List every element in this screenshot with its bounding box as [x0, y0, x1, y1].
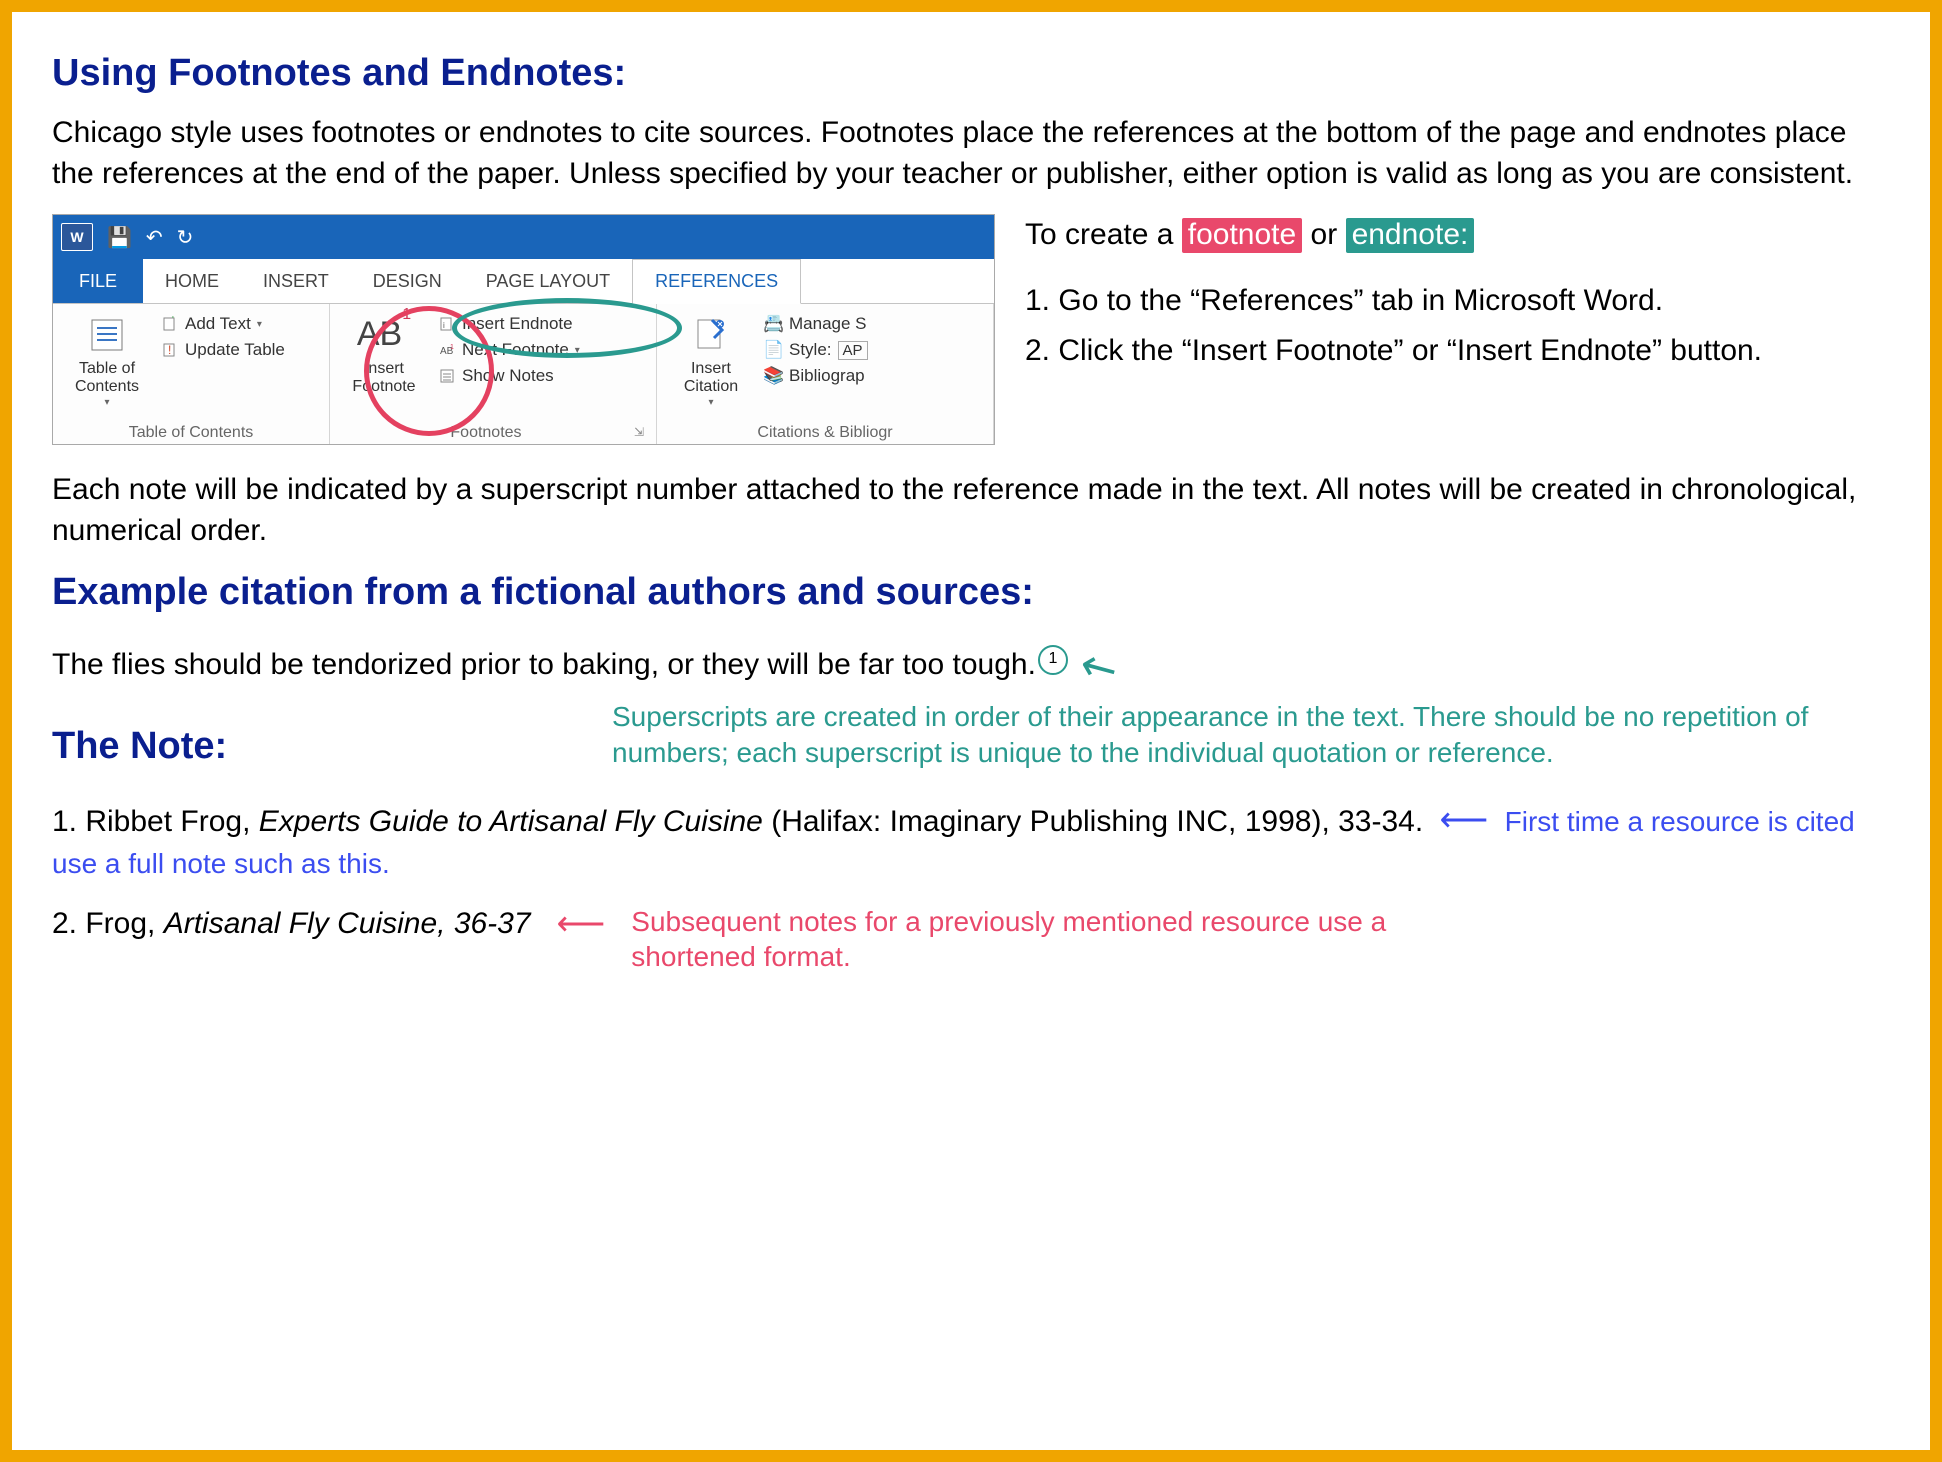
intro-paragraph: Chicago style uses footnotes or endnotes… [52, 113, 1890, 194]
note2-pre: 2. Frog, [52, 907, 164, 940]
note-section-row: The Note: Superscripts are created in or… [52, 695, 1890, 786]
instruction-step-1: 1. Go to the “References” tab in Micro­s… [1025, 280, 1890, 322]
note-1: 1. Ribbet Frog, Experts Guide to Artisan… [52, 798, 1890, 884]
heading-the-note: The Note: [52, 725, 572, 768]
add-text-icon: + [161, 315, 179, 333]
insert-citation-button[interactable]: Insert Citation ▾ [665, 310, 757, 422]
next-footnote-button[interactable]: AB1 Next Footnote ▾ [438, 340, 580, 360]
show-notes-icon [438, 367, 456, 385]
svg-text:+: + [170, 316, 176, 322]
example-text: The flies should be tendorized prior to … [52, 648, 1036, 681]
group-table-of-contents: Table of Contents ▾ + Add Text ▾ [53, 304, 330, 444]
arrow-left-blue-icon: ⟵ [1440, 801, 1489, 839]
superscript-marker: 1 [1038, 645, 1068, 675]
bibliography-icon: 📚 [765, 367, 783, 385]
group-label-toc: Table of Contents [61, 422, 321, 442]
instruction-step-2: 2. Click the “Insert Footnote” or “Inser… [1025, 330, 1890, 372]
insert-endnote-button[interactable]: i Insert Endnote [438, 314, 580, 334]
group-label-citations: Citations & Bibliogr [665, 422, 985, 442]
dialog-launcher-icon[interactable]: ⇲ [634, 425, 648, 439]
note-2-row: 2. Frog, Artisanal Fly Cuisine, 36-37 ⟵ … [52, 904, 1890, 974]
show-notes-button[interactable]: Show Notes [438, 366, 580, 386]
bibliography-button[interactable]: 📚 Bibliograp [765, 366, 868, 386]
manage-sources-icon: 📇 [765, 315, 783, 333]
add-text-button[interactable]: + Add Text ▾ [161, 314, 285, 334]
subsequent-citation-annotation: Subsequent notes for a previously mentio… [631, 904, 1391, 974]
example-sentence: The flies should be tendorized prior to … [52, 634, 1890, 685]
group-citations: Insert Citation ▾ 📇 Manage S � [657, 304, 994, 444]
svg-text:i: i [443, 321, 445, 330]
undo-icon[interactable]: ↶ [146, 225, 163, 250]
instr-mid: or [1302, 218, 1345, 251]
next-footnote-icon: AB1 [438, 341, 456, 359]
svg-text:!: ! [168, 343, 171, 357]
pill-endnote: endnote: [1346, 218, 1475, 253]
group-footnotes: AB1 Insert Footnote i Inse [330, 304, 657, 444]
ribbon-and-instructions-row: W 💾 ↶ ↻ FILE HOME INSERT DESIGN PAGE LAY… [52, 214, 1890, 445]
tab-home[interactable]: HOME [143, 259, 241, 303]
group-label-footnotes: Footnotes [338, 422, 634, 442]
toc-label: Table of Contents [61, 360, 153, 397]
manage-sources-button[interactable]: 📇 Manage S [765, 314, 868, 334]
style-icon: 📄 [765, 341, 783, 359]
arrow-left-pink-icon: ⟵ [557, 904, 606, 944]
tab-page-layout[interactable]: PAGE LAYOUT [464, 259, 632, 303]
instructions-panel: To create a footnote or endnote: 1. Go t… [1025, 214, 1890, 372]
quick-access-toolbar: W 💾 ↶ ↻ [53, 215, 994, 259]
insert-footnote-button[interactable]: AB1 Insert Footnote [338, 310, 430, 422]
heading-example: Example citation from a fictional author… [52, 571, 1890, 614]
heading-using: Using Footnotes and Endnotes: [52, 52, 1890, 95]
word-app-icon: W [61, 223, 93, 251]
tab-design[interactable]: DESIGN [351, 259, 464, 303]
update-table-icon: ! [161, 341, 179, 359]
insert-citation-icon [690, 314, 732, 356]
ribbon-groups: Table of Contents ▾ + Add Text ▾ [53, 304, 994, 444]
pill-footnote: footnote [1182, 218, 1302, 253]
note1-title: Experts Guide to Artisanal Fly Cuisine [259, 805, 763, 838]
redo-icon[interactable]: ↻ [177, 225, 194, 250]
style-dropdown[interactable]: 📄 Style: AP [765, 340, 868, 360]
toc-icon [86, 314, 128, 356]
table-of-contents-button[interactable]: Table of Contents ▾ [61, 310, 153, 422]
instr-lead: To create a [1025, 218, 1182, 251]
note-2: 2. Frog, Artisanal Fly Cuisine, 36-37 [52, 904, 531, 945]
note1-pre: 1. Ribbet Frog, [52, 805, 259, 838]
tab-file[interactable]: FILE [53, 259, 143, 303]
tab-insert[interactable]: INSERT [241, 259, 351, 303]
ribbon-tabs: FILE HOME INSERT DESIGN PAGE LAYOUT REFE… [53, 259, 994, 304]
word-ribbon-screenshot: W 💾 ↶ ↻ FILE HOME INSERT DESIGN PAGE LAY… [52, 214, 995, 445]
document-page: Using Footnotes and Endnotes: Chicago st… [0, 0, 1942, 1462]
superscript-explanation: Superscripts are created in order of the… [612, 695, 1890, 772]
update-table-button[interactable]: ! Update Table [161, 340, 285, 360]
tab-references[interactable]: REFERENCES [632, 259, 801, 304]
insert-footnote-icon: AB1 [363, 314, 405, 356]
arrow-to-superscript-icon: ↖ [1070, 636, 1127, 699]
note1-post: (Halifax: Imaginary Publishing INC, 1998… [763, 805, 1423, 838]
note2-title: Artisanal Fly Cuisine, 36-37 [164, 907, 531, 940]
after-ribbon-paragraph: Each note will be indicated by a supersc… [52, 470, 1890, 551]
insert-endnote-icon: i [438, 315, 456, 333]
svg-text:1: 1 [450, 344, 454, 351]
save-icon[interactable]: 💾 [107, 225, 132, 250]
